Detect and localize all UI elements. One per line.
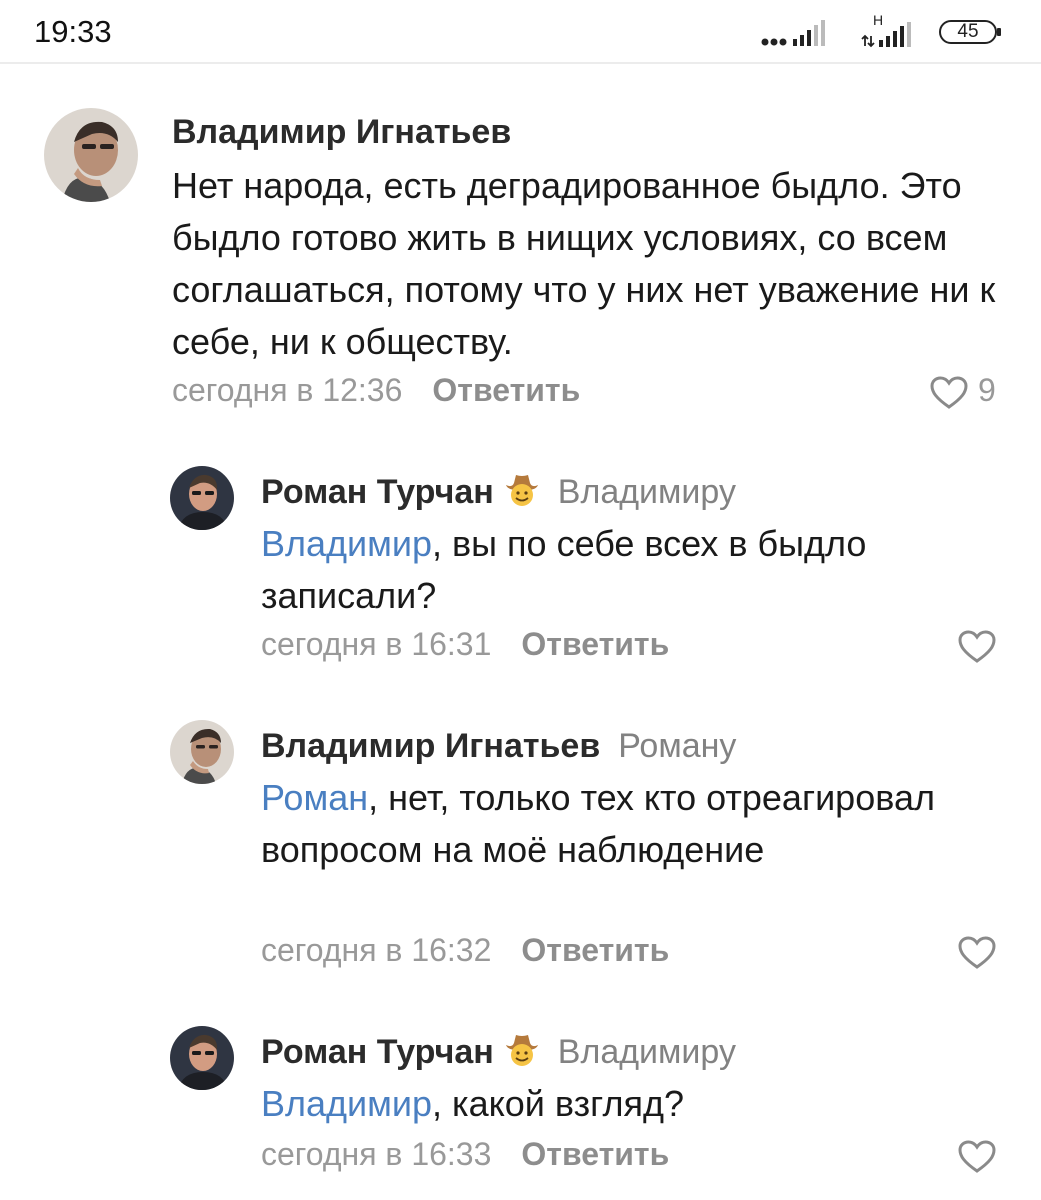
comment-text: Роман, нет, только тех кто отреагировал … xyxy=(261,772,1001,876)
reply-to-name[interactable]: Владимиру xyxy=(558,1033,736,1071)
author-name[interactable]: Роман Турчан xyxy=(261,473,494,511)
comment-header: Роман Турчан Владимиру xyxy=(261,1032,736,1072)
like-heart-icon[interactable] xyxy=(958,630,996,664)
reply-comment: Владимир Игнатьев Роману Роман, нет, толь… xyxy=(0,716,1041,986)
comment-header: Владимир Игнатьев xyxy=(172,112,511,152)
comment-text: Нет народа, есть деградированное быдло. … xyxy=(172,160,1002,368)
cowboy-emoji-icon xyxy=(505,475,538,506)
mention-link[interactable]: Владимир xyxy=(261,523,432,564)
comment-meta: сегодня в 16:32 Ответить xyxy=(261,930,669,970)
author-name[interactable]: Роман Турчан xyxy=(261,1033,494,1071)
cowboy-emoji-icon xyxy=(505,1035,538,1066)
battery-icon: 45 xyxy=(939,20,1001,46)
like-heart-icon[interactable] xyxy=(958,936,996,970)
comment-body: Нет народа, есть деградированное быдло. … xyxy=(172,165,996,362)
comment-time: сегодня в 12:36 xyxy=(172,372,403,408)
status-bar: 19:33 H 45 xyxy=(0,0,1041,64)
comment-header: Роман Турчан Владимиру xyxy=(261,472,736,512)
author-name[interactable]: Владимир Игнатьев xyxy=(261,727,600,765)
reply-to-name[interactable]: Владимиру xyxy=(558,473,736,511)
avatar[interactable] xyxy=(170,1026,234,1090)
status-time: 19:33 xyxy=(34,14,112,49)
comment-text: Владимир, какой взгляд? xyxy=(261,1078,1001,1130)
avatar[interactable] xyxy=(44,108,138,202)
battery-level: 45 xyxy=(957,21,979,42)
signal-strength-icon xyxy=(761,20,825,46)
comment-text: Владимир, вы по себе всех в быдло записа… xyxy=(261,518,1001,622)
comment-meta: сегодня в 16:31 Ответить xyxy=(261,624,669,664)
comment-meta: сегодня в 12:36 Ответить xyxy=(172,370,580,410)
reply-button[interactable]: Ответить xyxy=(521,932,669,968)
comment-header: Владимир Игнатьев Роману xyxy=(261,726,736,766)
like-heart-icon[interactable] xyxy=(930,376,968,410)
like-count: 9 xyxy=(978,372,996,408)
status-icons: H 45 xyxy=(761,12,1011,50)
reply-button[interactable]: Ответить xyxy=(521,1136,669,1172)
comment-meta: сегодня в 16:33 Ответить xyxy=(261,1134,669,1174)
comment-time: сегодня в 16:31 xyxy=(261,626,492,662)
comment-time: сегодня в 16:32 xyxy=(261,932,492,968)
reply-button[interactable]: Ответить xyxy=(521,626,669,662)
comment-body: , какой взгляд? xyxy=(432,1083,684,1124)
reply-button[interactable]: Ответить xyxy=(432,372,580,408)
comment-time: сегодня в 16:33 xyxy=(261,1136,492,1172)
comment: Владимир Игнатьев Нет народа, есть дегра… xyxy=(0,100,1041,420)
mention-link[interactable]: Владимир xyxy=(261,1083,432,1124)
reply-to-name[interactable]: Роману xyxy=(618,727,736,765)
avatar[interactable] xyxy=(170,720,234,784)
reply-comment: Роман Турчан Владимиру Владимир, какой в… xyxy=(0,1022,1041,1192)
mention-link[interactable]: Роман xyxy=(261,777,368,818)
like-heart-icon[interactable] xyxy=(958,1140,996,1174)
reply-comment: Роман Турчан Владимиру Владимир, вы по с… xyxy=(0,462,1041,682)
author-name[interactable]: Владимир Игнатьев xyxy=(172,113,511,151)
mobile-data-icon: H xyxy=(859,12,923,48)
avatar[interactable] xyxy=(170,466,234,530)
